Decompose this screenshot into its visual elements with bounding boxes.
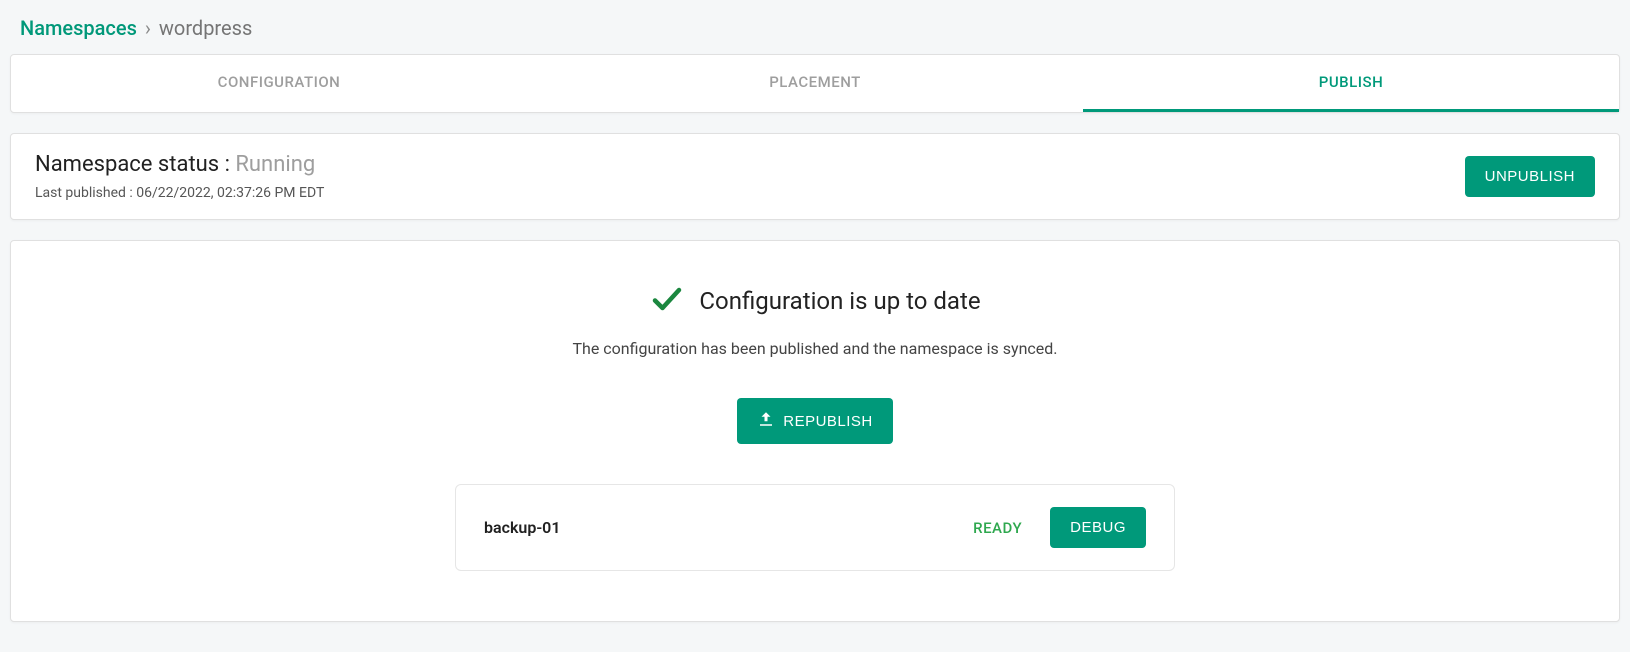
- namespace-status-label: Namespace status :: [35, 152, 235, 177]
- tabs: CONFIGURATION PLACEMENT PUBLISH: [11, 55, 1619, 112]
- breadcrumb-current: wordpress: [159, 16, 252, 40]
- debug-button[interactable]: DEBUG: [1050, 507, 1146, 548]
- tab-placement[interactable]: PLACEMENT: [547, 55, 1083, 112]
- config-description: The configuration has been published and…: [35, 339, 1595, 358]
- status-left: Namespace status : Running Last publishe…: [35, 152, 324, 201]
- status-card: Namespace status : Running Last publishe…: [10, 133, 1620, 220]
- breadcrumb: Namespaces › wordpress: [10, 10, 1620, 54]
- republish-button-label: REPUBLISH: [783, 413, 873, 430]
- tab-publish[interactable]: PUBLISH: [1083, 55, 1619, 112]
- last-published: Last published : 06/22/2022, 02:37:26 PM…: [35, 185, 324, 201]
- config-card: Configuration is up to date The configur…: [10, 240, 1620, 622]
- config-title: Configuration is up to date: [699, 287, 980, 315]
- backup-list: backup-01 READY DEBUG: [455, 484, 1175, 571]
- config-title-row: Configuration is up to date: [35, 281, 1595, 321]
- last-published-value: 06/22/2022, 02:37:26 PM EDT: [136, 185, 324, 201]
- backup-status: READY: [973, 519, 1022, 537]
- tabs-card: CONFIGURATION PLACEMENT PUBLISH: [10, 54, 1620, 113]
- debug-button-label: DEBUG: [1070, 519, 1126, 536]
- breadcrumb-root-link[interactable]: Namespaces: [20, 16, 137, 40]
- backup-name: backup-01: [484, 518, 973, 537]
- namespace-status-value: Running: [235, 152, 315, 177]
- breadcrumb-separator: ›: [145, 16, 151, 40]
- tab-configuration[interactable]: CONFIGURATION: [11, 55, 547, 112]
- unpublish-button[interactable]: UNPUBLISH: [1465, 156, 1595, 197]
- unpublish-button-label: UNPUBLISH: [1485, 168, 1575, 185]
- upload-icon: [757, 410, 775, 432]
- namespace-status-heading: Namespace status : Running: [35, 152, 324, 177]
- last-published-label: Last published :: [35, 185, 136, 201]
- backup-row: backup-01 READY DEBUG: [455, 484, 1175, 571]
- republish-button[interactable]: REPUBLISH: [737, 398, 893, 444]
- check-icon: [649, 281, 685, 321]
